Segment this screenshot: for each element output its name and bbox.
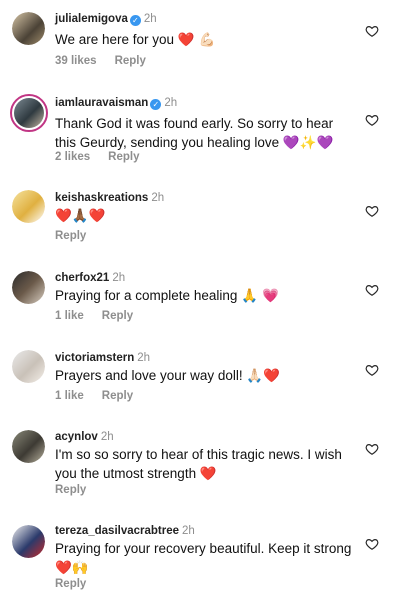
comment-username[interactable]: tereza_dasilvacrabtree — [55, 525, 179, 537]
comment-time: 2h — [112, 272, 126, 284]
comment-username[interactable]: julialemigova — [55, 13, 128, 25]
comment-text: I'm so so sorry to hear of this tragic n… — [55, 447, 342, 481]
reply-button[interactable]: Reply — [55, 578, 86, 590]
avatar[interactable] — [12, 525, 45, 558]
like-heart-icon[interactable] — [365, 442, 379, 456]
comment-username[interactable]: iamlauravaisman — [55, 97, 148, 109]
comment-emoji: 🙏🏻❤️ — [246, 368, 280, 384]
comment-emoji: ❤️🙌 — [55, 560, 89, 576]
avatar[interactable] — [12, 350, 45, 383]
like-heart-icon[interactable] — [365, 363, 379, 377]
like-heart-icon[interactable] — [365, 24, 379, 38]
comment-time: 2h — [143, 13, 157, 25]
likes-count[interactable]: 1 like — [55, 390, 84, 402]
comment-emoji: 💜✨💜 — [282, 135, 334, 151]
like-heart-icon[interactable] — [365, 204, 379, 218]
comment-text: Praying for a complete healing — [55, 288, 238, 303]
verified-badge-icon: ✓ — [129, 15, 141, 26]
comment-text: We are here for you — [55, 32, 175, 47]
comment-time: 2h — [151, 192, 165, 204]
like-heart-icon[interactable] — [365, 283, 379, 297]
comment-time: 2h — [182, 525, 195, 537]
avatar[interactable] — [12, 12, 45, 45]
comment-emoji: ❤️ — [199, 466, 217, 482]
avatar[interactable] — [12, 271, 45, 304]
comment-username[interactable]: cherfox21 — [55, 272, 109, 284]
avatar[interactable] — [12, 190, 45, 223]
comment-time: 2h — [100, 431, 114, 443]
reply-button[interactable]: Reply — [102, 390, 133, 402]
like-heart-icon[interactable] — [365, 113, 379, 127]
comment-text: Prayers and love your way doll! — [55, 368, 243, 383]
comment-time: 2h — [137, 352, 151, 364]
comment-username[interactable]: victoriamstern — [55, 352, 134, 364]
reply-button[interactable]: Reply — [55, 230, 86, 242]
reply-button[interactable]: Reply — [102, 310, 133, 322]
like-heart-icon[interactable] — [365, 537, 379, 551]
comment-emoji: ❤️ 💪🏻 — [177, 32, 216, 48]
comment-username[interactable]: acynlov — [55, 431, 98, 443]
reply-button[interactable]: Reply — [115, 55, 146, 67]
comment-time: 2h — [164, 97, 178, 109]
comment-username[interactable]: keishaskreations — [55, 192, 148, 204]
reply-button[interactable]: Reply — [55, 484, 86, 496]
avatar[interactable] — [12, 430, 45, 463]
likes-count[interactable]: 2 likes — [55, 151, 90, 163]
reply-button[interactable]: Reply — [108, 151, 139, 163]
comment-emoji: 🙏 💗 — [241, 288, 280, 304]
likes-count[interactable]: 1 like — [55, 310, 84, 322]
avatar[interactable] — [10, 94, 48, 132]
comment-emoji: ❤️🙏🏾❤️ — [55, 208, 106, 224]
verified-badge-icon: ✓ — [150, 99, 162, 110]
comment-text: Praying for your recovery beautiful. Kee… — [55, 541, 352, 556]
likes-count[interactable]: 39 likes — [55, 55, 97, 67]
